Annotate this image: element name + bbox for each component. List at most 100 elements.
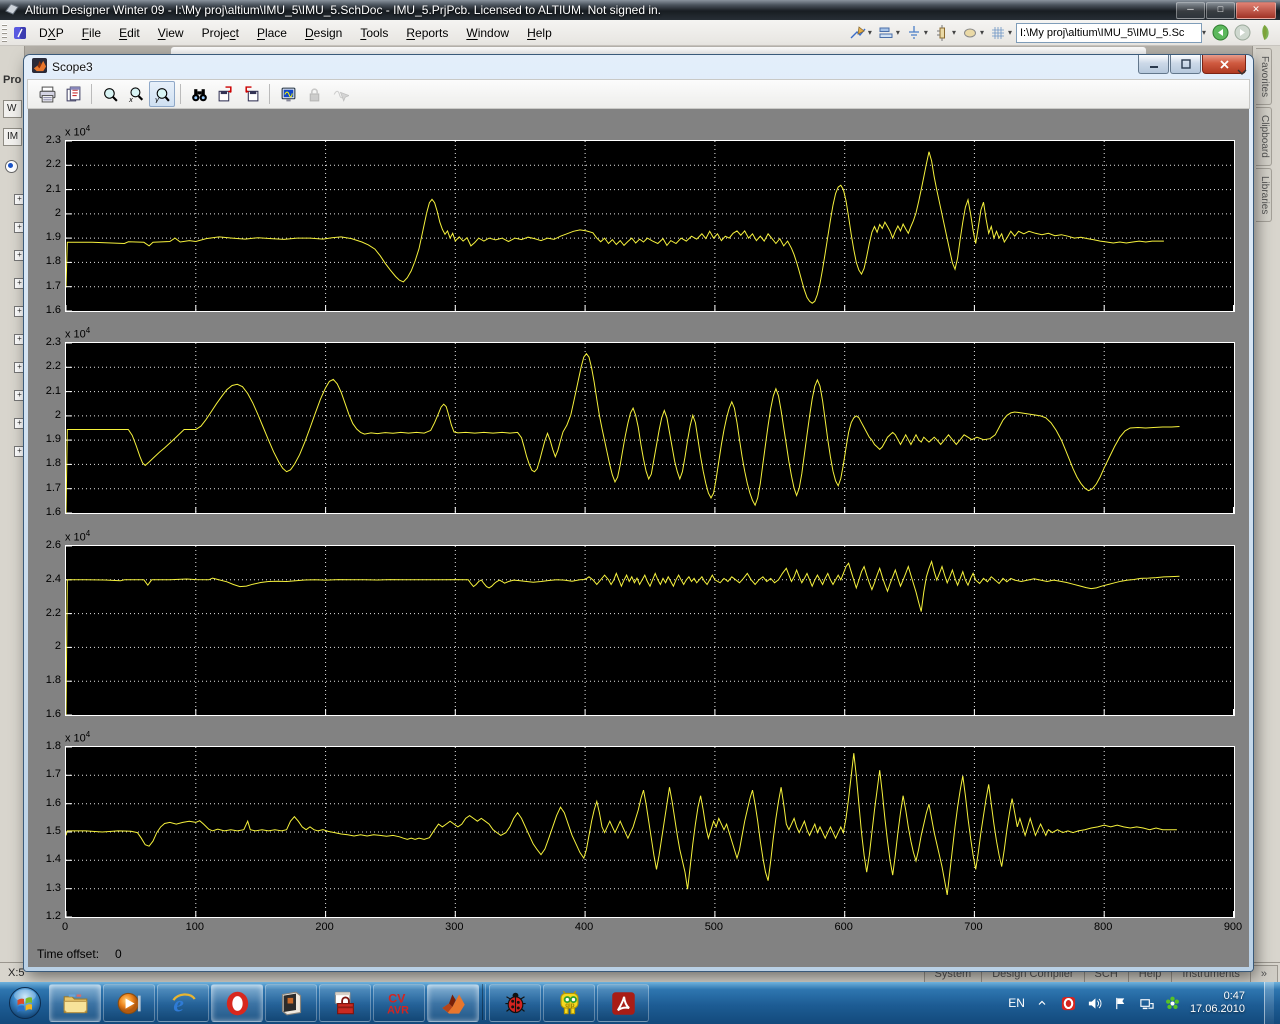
menu-project[interactable]: Project bbox=[193, 23, 248, 43]
scope-maximize-button[interactable] bbox=[1170, 55, 1201, 74]
y-tick-label: 1.6 bbox=[27, 797, 61, 809]
grid-icon[interactable] bbox=[988, 24, 1008, 42]
menu-file[interactable]: File bbox=[73, 23, 110, 43]
plot-area-1: x 1041.61.71.81.922.12.22.3 bbox=[65, 140, 1233, 310]
hidden-icons-chevron-icon[interactable] bbox=[1034, 995, 1051, 1012]
document-path-combobox[interactable]: I:\My proj\altium\IMU_5\IMU_5.Sc bbox=[1016, 23, 1202, 43]
altium-close-button[interactable]: ✕ bbox=[1236, 2, 1276, 19]
svg-text:AVR: AVR bbox=[387, 1004, 409, 1016]
grid-dropdown[interactable]: ▾ bbox=[1008, 28, 1012, 37]
dxp-icon[interactable] bbox=[10, 24, 30, 42]
clock[interactable]: 0:47 17.06.2010 bbox=[1190, 990, 1255, 1016]
menu-place[interactable]: Place bbox=[248, 23, 296, 43]
start-button[interactable] bbox=[2, 983, 48, 1023]
parameters-button[interactable] bbox=[60, 81, 86, 107]
altium-minimize-button[interactable]: ─ bbox=[1176, 2, 1205, 19]
axis-exponent-label: x 104 bbox=[65, 529, 90, 544]
menu-tools[interactable]: Tools bbox=[351, 23, 397, 43]
lock-axes-button bbox=[301, 81, 327, 107]
forward-icon[interactable] bbox=[1232, 24, 1252, 42]
icq-icon[interactable] bbox=[1164, 995, 1181, 1012]
restore-axes-button[interactable] bbox=[238, 81, 264, 107]
taskbar-button-explorer[interactable] bbox=[49, 984, 101, 1022]
zoom-button[interactable] bbox=[97, 81, 123, 107]
y-tick-label: 1.3 bbox=[27, 882, 61, 894]
y-tick-label: 1.6 bbox=[27, 708, 61, 720]
helm-icon[interactable] bbox=[1254, 24, 1274, 42]
drawing-tools-dropdown[interactable]: ▾ bbox=[980, 28, 984, 37]
scope-minimize-button[interactable] bbox=[1138, 55, 1169, 74]
floating-scope-button[interactable] bbox=[275, 81, 301, 107]
y-tick-label: 1.8 bbox=[27, 740, 61, 752]
wiring-tools-dropdown[interactable]: ▾ bbox=[868, 28, 872, 37]
menu-edit[interactable]: Edit bbox=[110, 23, 149, 43]
plot-canvas-2 bbox=[65, 342, 1235, 514]
taskbar-button-opera[interactable] bbox=[211, 984, 263, 1022]
taskbar-button-debug-ladybug[interactable] bbox=[489, 984, 541, 1022]
menu-view[interactable]: View bbox=[149, 23, 193, 43]
back-icon[interactable] bbox=[1210, 24, 1230, 42]
taskbar-separator bbox=[482, 984, 486, 1020]
y-tick-label: 1.4 bbox=[27, 853, 61, 865]
taskbar-button-adobe-reader[interactable] bbox=[597, 984, 649, 1022]
y-tick-label: 2.3 bbox=[27, 336, 61, 348]
y-tick-label: 1.8 bbox=[27, 674, 61, 686]
altium-logo-icon bbox=[5, 2, 19, 19]
part-dropdown[interactable]: ▾ bbox=[952, 28, 956, 37]
projects-panel-sliver: Pro W IM ++++++++++ bbox=[0, 46, 25, 962]
alignment-tools-dropdown[interactable]: ▾ bbox=[896, 28, 900, 37]
power-port-dropdown[interactable]: ▾ bbox=[924, 28, 928, 37]
x-tick-label: 100 bbox=[175, 921, 215, 933]
plot-canvas-1 bbox=[65, 140, 1235, 312]
volume-icon[interactable] bbox=[1086, 995, 1103, 1012]
part-icon[interactable] bbox=[932, 24, 952, 42]
scope-titlebar[interactable]: Scope3 bbox=[24, 55, 1253, 79]
menu-reports[interactable]: Reports bbox=[397, 23, 457, 43]
zoom-x-button[interactable]: x bbox=[123, 81, 149, 107]
workspace-button[interactable]: W bbox=[3, 100, 22, 118]
autoscale-button[interactable] bbox=[186, 81, 212, 107]
action-center-flag-icon[interactable] bbox=[1112, 995, 1129, 1012]
opera-tray-icon[interactable] bbox=[1060, 995, 1077, 1012]
panel-tab-clipboard[interactable]: Clipboard bbox=[1256, 107, 1272, 166]
time-offset-label: Time offset: bbox=[37, 947, 99, 961]
altium-maximize-button[interactable]: □ bbox=[1206, 2, 1235, 19]
document-path-dropdown[interactable]: ▾ bbox=[1202, 28, 1206, 37]
save-axes-button[interactable] bbox=[212, 81, 238, 107]
toolbar-overflow-icon[interactable] bbox=[1237, 64, 1247, 82]
toolbar-grip[interactable] bbox=[2, 24, 7, 42]
y-tick-label: 2.6 bbox=[27, 539, 61, 551]
taskbar-button-media-player[interactable] bbox=[103, 984, 155, 1022]
svg-text:qip: qip bbox=[565, 1001, 574, 1008]
panel-tab-favorites[interactable]: Favorites bbox=[1256, 48, 1272, 105]
network-icon[interactable] bbox=[1138, 995, 1155, 1012]
taskbar-button-matlab[interactable] bbox=[427, 984, 479, 1022]
menu-window[interactable]: Window bbox=[457, 23, 518, 43]
statusbar-tab--[interactable]: » bbox=[1250, 965, 1278, 982]
matlab-scope-icon bbox=[32, 58, 47, 76]
drawing-tools-icon[interactable] bbox=[960, 24, 980, 42]
panel-tab-libraries[interactable]: Libraries bbox=[1256, 168, 1272, 222]
radio-button[interactable] bbox=[5, 160, 18, 173]
y-tick-label: 1.9 bbox=[27, 231, 61, 243]
project-button[interactable]: IM bbox=[3, 128, 22, 146]
altium-right-toolbar: ▾▾▾▾▾▾I:\My proj\altium\IMU_5\IMU_5.Sc▾ bbox=[848, 23, 1280, 43]
y-tick-label: 1.7 bbox=[27, 280, 61, 292]
language-indicator[interactable]: EN bbox=[1008, 996, 1025, 1010]
taskbar-button-ebook-reader[interactable] bbox=[265, 984, 317, 1022]
menu-design[interactable]: Design bbox=[296, 23, 351, 43]
taskbar-button-internet-explorer[interactable]: e bbox=[157, 984, 209, 1022]
taskbar-button-toolbox[interactable] bbox=[319, 984, 371, 1022]
menu-dxp[interactable]: DXP bbox=[30, 23, 73, 43]
power-port-icon[interactable] bbox=[904, 24, 924, 42]
wiring-tools-icon[interactable] bbox=[848, 24, 868, 42]
menu-help[interactable]: Help bbox=[518, 23, 561, 43]
zoom-y-button[interactable]: y bbox=[149, 81, 175, 107]
show-desktop-button[interactable] bbox=[1264, 982, 1274, 1024]
alignment-tools-icon[interactable] bbox=[876, 24, 896, 42]
print-button[interactable] bbox=[34, 81, 60, 107]
taskbar-button-codevision-avr[interactable]: CVAVR bbox=[373, 984, 425, 1022]
y-tick-label: 1.5 bbox=[27, 825, 61, 837]
plot-canvas-3 bbox=[65, 545, 1235, 716]
taskbar-button-qip[interactable]: qip bbox=[543, 984, 595, 1022]
